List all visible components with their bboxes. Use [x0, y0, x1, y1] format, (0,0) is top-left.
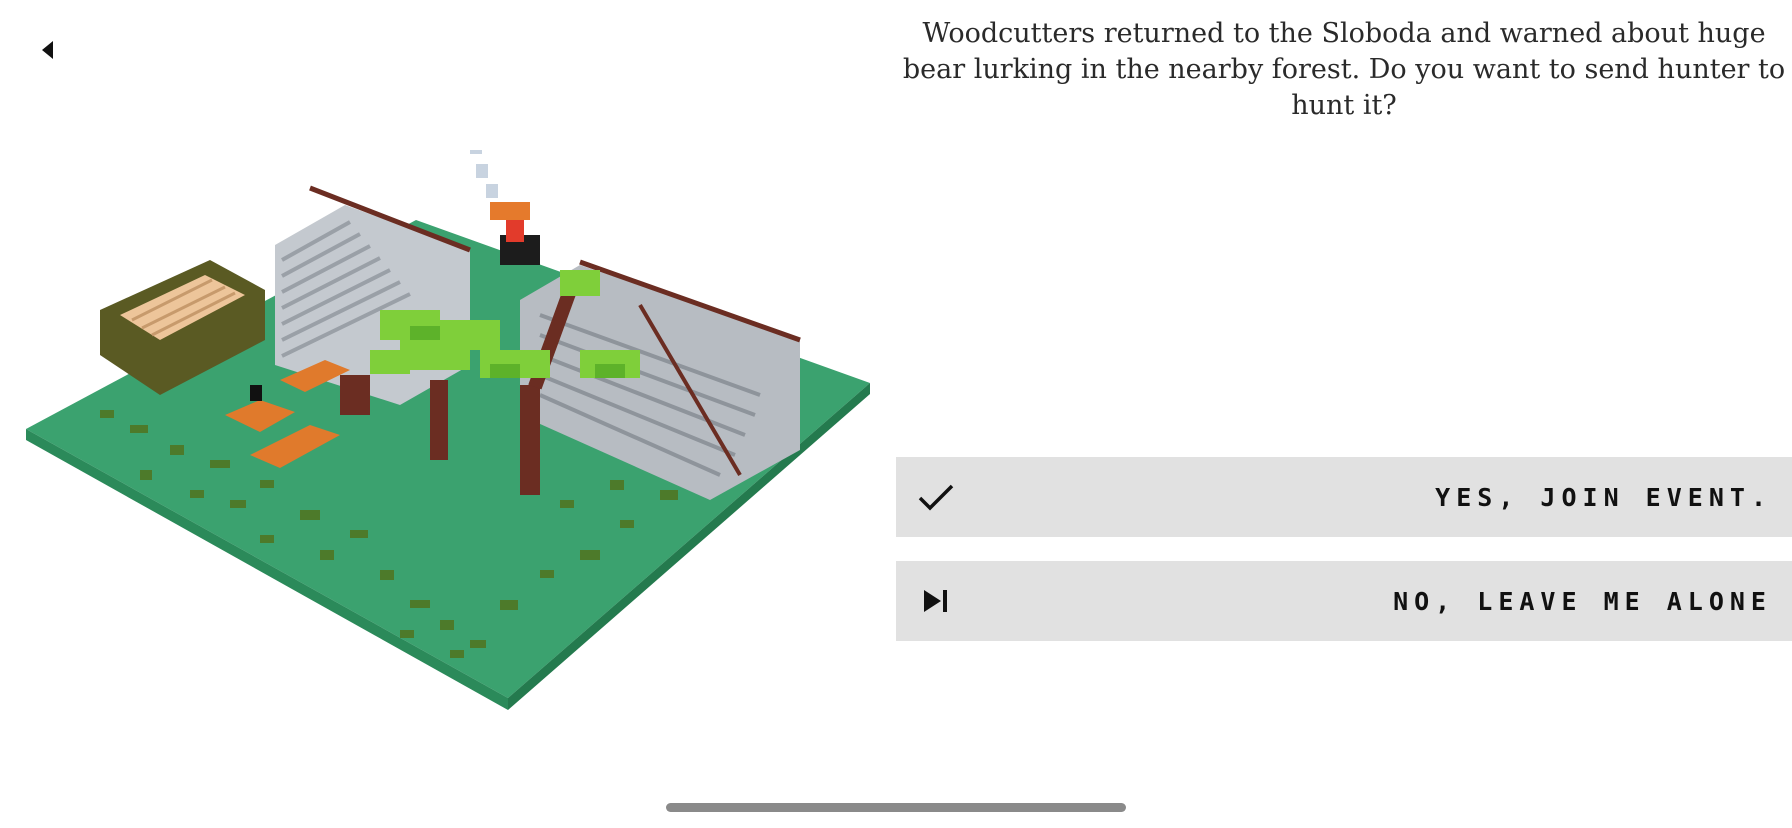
settlement-scene: [20, 140, 880, 710]
yes-join-event-button[interactable]: YES, JOIN EVENT.: [896, 457, 1792, 537]
home-indicator[interactable]: [666, 803, 1126, 812]
skip-next-icon: [896, 561, 976, 641]
no-leave-me-alone-label: NO, LEAVE ME ALONE: [1393, 586, 1772, 616]
back-button[interactable]: [28, 30, 68, 70]
yes-join-event-label: YES, JOIN EVENT.: [1435, 482, 1772, 512]
checkmark-icon: [896, 457, 976, 537]
caret-left-icon: [42, 41, 53, 59]
no-leave-me-alone-button[interactable]: NO, LEAVE ME ALONE: [896, 561, 1792, 641]
event-description: Woodcutters returned to the Sloboda and …: [902, 18, 1786, 121]
